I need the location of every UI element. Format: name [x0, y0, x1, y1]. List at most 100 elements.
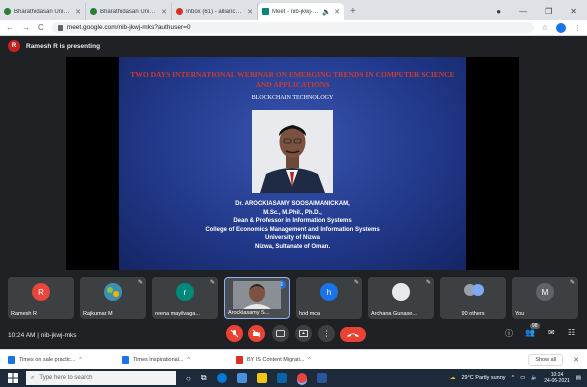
minimize-icon[interactable]: — — [519, 7, 527, 16]
leave-call-button[interactable] — [340, 327, 366, 342]
mail-icon[interactable] — [276, 373, 287, 383]
chevron-up-icon[interactable]: ^ — [188, 357, 190, 363]
meet-window: R Ramesh R is presenting TWO DAYS INTERN… — [0, 36, 587, 349]
participant-avatar-image — [104, 283, 122, 301]
bookmark-star-icon[interactable]: ☆ — [542, 24, 548, 32]
browser-tab-1[interactable]: Bharathidasan University, Truch ✕ — [0, 3, 86, 20]
mic-toggle-button[interactable] — [226, 325, 243, 342]
participant-tile[interactable]: R Ramesh R — [8, 277, 74, 319]
store-icon[interactable] — [236, 373, 247, 383]
more-vert-icon: ⋮ — [322, 329, 331, 338]
network-icon[interactable]: ▭ — [520, 375, 525, 381]
captions-icon — [276, 330, 285, 337]
mic-off-icon: ✎ — [209, 280, 215, 286]
download-name: Times on sale practic... — [19, 356, 76, 363]
speaker-icon: 🔈 — [322, 8, 332, 16]
participant-tile[interactable]: ✎ Rajkumar M — [80, 277, 146, 319]
browser-menu-icon[interactable]: ● — [496, 7, 501, 16]
close-window-icon[interactable]: ✕ — [570, 7, 577, 16]
download-item[interactable]: Times Inspirational... ^ — [122, 355, 226, 364]
file-explorer-icon[interactable] — [256, 373, 267, 383]
window-controls: ● — ❐ ✕ — [486, 7, 587, 20]
notifications-icon[interactable]: ▤ — [576, 375, 581, 381]
speaker-university: University of Nizwa — [264, 235, 320, 241]
close-icon[interactable]: ✕ — [247, 8, 253, 16]
participant-tile[interactable]: ✎ Archana Gunase... — [368, 277, 434, 319]
participant-tile[interactable]: ✎ h hod mca — [296, 277, 362, 319]
cortana-icon[interactable]: ○ — [186, 374, 191, 383]
chevron-up-icon[interactable]: ^ — [308, 357, 310, 363]
word-icon[interactable] — [316, 373, 327, 383]
windows-logo-icon — [8, 373, 18, 383]
browser-tab-2[interactable]: Bharathidasan University, Truch ✕ — [86, 3, 172, 20]
chat-icon[interactable]: ✉ — [548, 328, 555, 337]
download-item[interactable]: BY IS Content Migrati... ^ — [236, 355, 340, 364]
profile-avatar[interactable] — [556, 22, 566, 33]
reload-icon[interactable]: C — [38, 23, 44, 32]
volume-icon[interactable]: 🔈 — [531, 375, 538, 381]
download-item[interactable]: Times on sale practic... ^ — [8, 355, 112, 364]
tray-chevron-icon[interactable]: ^ — [512, 375, 515, 381]
people-count-badge: 98 — [530, 323, 540, 329]
presentation-stage: TWO DAYS INTERNATIONAL WEBINAR ON EMERGI… — [66, 57, 519, 270]
windows-taskbar: ⌕ Type here to search ○ ⧉ ☁ 29°C Partly … — [0, 369, 587, 387]
clock[interactable]: 10:24 24-06-2021 — [544, 372, 570, 384]
chrome-icon[interactable] — [296, 373, 307, 383]
activities-icon[interactable]: ☷ — [568, 328, 575, 337]
participant-name: Arockiasamy S... — [228, 310, 270, 316]
camera-toggle-button[interactable] — [248, 325, 265, 342]
tab-title: Inbox (61) - alliance.ssoit@gmail.com — [186, 8, 244, 15]
participant-video — [233, 281, 281, 309]
presenting-banner: R Ramesh R is presenting — [8, 40, 100, 52]
mic-off-icon: ✎ — [137, 280, 143, 286]
search-icon: ⌕ — [31, 374, 35, 381]
weather-icon: ☁ — [449, 375, 456, 381]
chevron-up-icon[interactable]: ^ — [79, 357, 81, 363]
participant-tile-self[interactable]: ✎ M You — [512, 277, 578, 319]
windows-start-button[interactable] — [0, 373, 26, 383]
participant-tile-others[interactable]: 90 others — [440, 277, 506, 319]
gmail-icon — [176, 8, 183, 15]
close-downloads-icon[interactable]: ✕ — [573, 356, 579, 364]
browser-menu-dots-icon[interactable]: ⋮ — [574, 24, 581, 32]
self-avatar: M — [536, 283, 554, 301]
word-file-icon — [122, 355, 129, 364]
captions-button[interactable] — [272, 325, 289, 342]
show-all-button[interactable]: Show all — [528, 353, 564, 366]
browser-tab-meet[interactable]: Meet - nib-jkwj-mks 🔈 ✕ — [258, 3, 344, 20]
slide-title: TWO DAYS INTERNATIONAL WEBINAR ON EMERGI… — [130, 70, 455, 89]
restore-icon[interactable]: ❐ — [545, 7, 552, 16]
new-tab-button[interactable]: + — [344, 6, 362, 20]
taskbar-search[interactable]: ⌕ Type here to search — [26, 371, 176, 385]
meeting-time: 10:24 AM — [8, 332, 36, 339]
participant-name: hod mca — [299, 311, 321, 317]
more-options-button[interactable]: ⋮ — [318, 325, 335, 342]
others-avatars — [463, 283, 485, 302]
participant-tile-speaking[interactable]: ⦀ Arockiasamy S... — [224, 277, 290, 319]
meeting-code: nib-jkwj-mks — [40, 332, 77, 339]
speaker-location: Nizwa, Sultanate of Oman. — [254, 243, 330, 250]
speaker-position: Dean & Professor in Information Systems — [233, 218, 352, 224]
meeting-info-icon[interactable]: ⓘ — [505, 328, 513, 339]
system-tray: ☁ 29°C Partly sunny ^ ▭ 🔈 10:24 24-06-20… — [450, 372, 587, 384]
back-icon[interactable]: ← — [6, 23, 14, 32]
close-icon[interactable]: ✕ — [161, 8, 167, 16]
participant-tile[interactable]: ✎ r reena mayilvaga... — [152, 277, 218, 319]
participant-name: reena mayilvaga... — [155, 311, 200, 317]
edge-icon[interactable] — [216, 373, 227, 383]
slide-subtitle: BLOCKCHAIN TECHNOLOGY — [251, 95, 334, 101]
close-icon[interactable]: ✕ — [334, 8, 340, 16]
url-field[interactable]: meet.google.com/nib-jkwj-mks?authuser=0 — [51, 22, 534, 33]
task-view-icon[interactable]: ⧉ — [201, 373, 207, 383]
downloads-bar: Times on sale practic... ^ Times Inspira… — [0, 349, 587, 369]
close-icon[interactable]: ✕ — [75, 8, 81, 16]
download-name: Times Inspirational... — [133, 356, 184, 363]
participant-name: Ramesh R — [11, 311, 37, 317]
participant-name: Archana Gunase... — [371, 311, 417, 317]
weather-text[interactable]: 29°C Partly sunny — [461, 375, 505, 381]
browser-tab-3[interactable]: Inbox (61) - alliance.ssoit@gmail.com ✕ — [172, 3, 258, 20]
address-bar: ← → C meet.google.com/nib-jkwj-mks?authu… — [0, 20, 587, 36]
forward-icon[interactable]: → — [22, 23, 30, 32]
present-now-button[interactable] — [295, 325, 312, 342]
people-icon[interactable]: 👥 — [525, 328, 535, 337]
